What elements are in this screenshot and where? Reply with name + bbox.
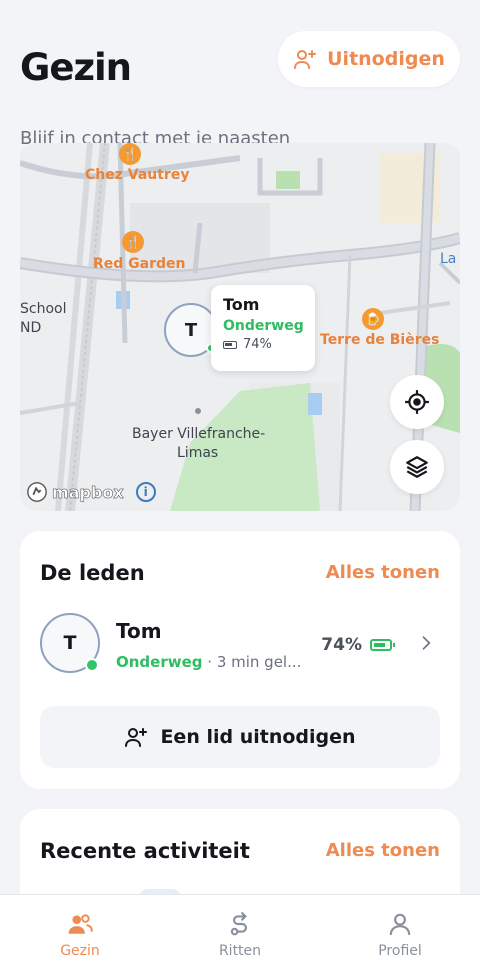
members-title: De leden bbox=[40, 561, 145, 585]
add-user-icon bbox=[125, 728, 148, 747]
tab-ritten[interactable]: Ritten bbox=[160, 895, 320, 978]
info-icon[interactable]: i bbox=[135, 482, 156, 502]
mapbox-logo-icon bbox=[27, 482, 47, 502]
member-name: Tom bbox=[116, 619, 162, 643]
popup-member-status: Onderweg bbox=[223, 318, 304, 334]
member-battery: 74% bbox=[321, 635, 395, 655]
mapbox-attribution[interactable]: mapbox i bbox=[26, 481, 156, 503]
bar-pin-icon[interactable]: 🍺 bbox=[362, 308, 384, 330]
member-status-label: Onderweg bbox=[116, 653, 203, 671]
popup-member-name: Tom bbox=[223, 295, 260, 314]
online-status-dot bbox=[85, 658, 99, 672]
battery-icon bbox=[223, 340, 237, 349]
layers-icon bbox=[406, 456, 428, 478]
invite-button[interactable]: Uitnodigen bbox=[278, 31, 460, 87]
poi-school[interactable]: School bbox=[20, 301, 66, 317]
poi-chez-vautrey[interactable]: Chez Vautrey bbox=[85, 167, 189, 183]
crosshair-icon bbox=[405, 390, 429, 414]
add-member-button[interactable]: Een lid uitnodigen bbox=[40, 706, 440, 768]
poi-bayer-line1[interactable]: Bayer Villefranche- bbox=[132, 426, 265, 442]
member-row[interactable]: T Tom Onderweg · 3 min gel... 74% bbox=[40, 613, 440, 677]
poi-la: La bbox=[440, 251, 457, 267]
member-map-popup[interactable]: Tom Onderweg 74% bbox=[211, 285, 315, 371]
poi-red-garden[interactable]: Red Garden bbox=[93, 256, 186, 272]
poi-school-suffix: ND bbox=[20, 320, 42, 336]
mapbox-wordmark: mapbox bbox=[52, 482, 124, 502]
restaurant-pin-icon[interactable]: 🍴 bbox=[119, 143, 141, 165]
locate-me-button[interactable] bbox=[390, 375, 444, 429]
battery-icon bbox=[370, 639, 395, 651]
activity-show-all-link[interactable]: Alles tonen bbox=[326, 840, 440, 861]
member-battery-value: 74% bbox=[321, 635, 362, 655]
bottom-tab-bar: Gezin Ritten Profiel bbox=[0, 894, 480, 978]
tab-gezin[interactable]: Gezin bbox=[0, 895, 160, 978]
page-header: Gezin Uitnodigen Blijf in contact met je… bbox=[20, 28, 460, 149]
activity-title: Recente activiteit bbox=[40, 839, 250, 863]
add-member-label: Een lid uitnodigen bbox=[160, 726, 356, 748]
member-status-detail: · 3 min gel... bbox=[202, 653, 302, 671]
tab-profiel-label: Profiel bbox=[378, 943, 422, 959]
poi-bayer-line2[interactable]: Limas bbox=[177, 445, 218, 461]
members-card: De leden Alles tonen T Tom Onderweg · 3 … bbox=[20, 531, 460, 789]
members-show-all-link[interactable]: Alles tonen bbox=[326, 562, 440, 583]
page-title: Gezin bbox=[20, 46, 132, 89]
user-icon bbox=[389, 913, 411, 935]
family-map[interactable]: 🍴 Chez Vautrey 🍴 Red Garden School ND 🍺 … bbox=[20, 143, 460, 511]
add-user-icon bbox=[294, 50, 317, 69]
tab-ritten-label: Ritten bbox=[218, 943, 262, 959]
invite-button-label: Uitnodigen bbox=[327, 48, 445, 70]
poi-terre-de-bieres[interactable]: Terre de Bières bbox=[320, 332, 439, 348]
restaurant-pin-icon[interactable]: 🍴 bbox=[122, 231, 144, 253]
route-icon bbox=[230, 912, 248, 936]
map-layers-button[interactable] bbox=[390, 440, 444, 494]
family-icon bbox=[68, 914, 93, 934]
member-status: Onderweg · 3 min gel... bbox=[116, 653, 301, 671]
chevron-right-icon bbox=[422, 636, 431, 650]
tab-profiel[interactable]: Profiel bbox=[320, 895, 480, 978]
tab-gezin-label: Gezin bbox=[60, 943, 100, 959]
popup-battery: 74% bbox=[223, 337, 303, 352]
popup-battery-value: 74% bbox=[243, 337, 272, 352]
